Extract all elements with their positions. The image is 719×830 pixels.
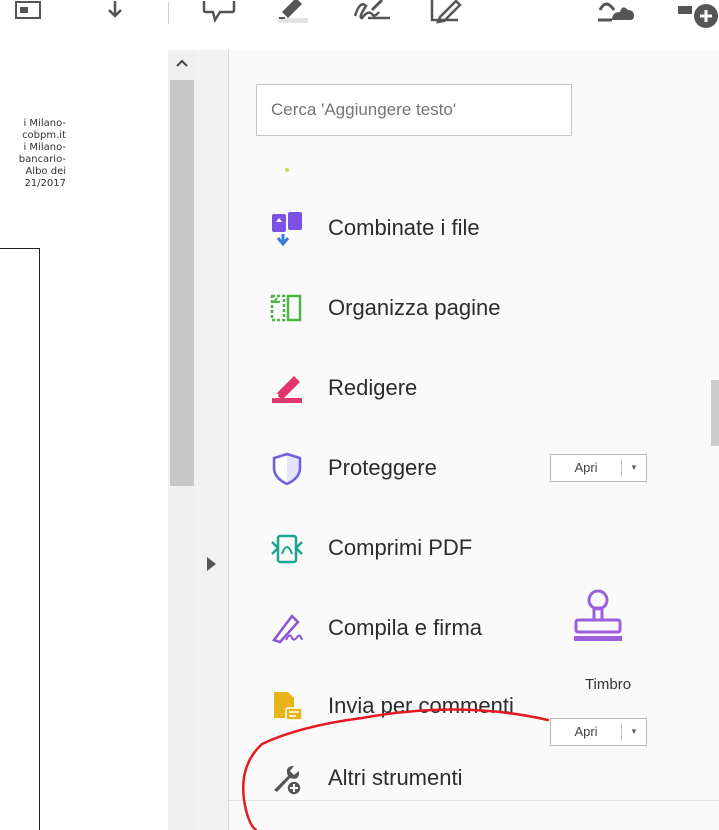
more-tools-icon[interactable] (678, 0, 719, 35)
open-button-label: Apri (574, 460, 598, 475)
document-border-line (39, 248, 40, 830)
tool-label: Invia per commenti (328, 693, 514, 718)
comment-icon[interactable] (202, 0, 236, 31)
combine-files-icon (270, 212, 302, 247)
document-text-line: cobpm.it (22, 130, 66, 141)
document-text-line: 21/2017 (24, 178, 66, 189)
tool-organize-pages[interactable]: Organizza pagine (262, 278, 532, 338)
document-text-line: i Milano- (23, 118, 66, 129)
compress-pdf-icon (270, 532, 303, 564)
tool-compress-pdf[interactable]: Comprimi PDF (262, 518, 532, 578)
sign-icon[interactable] (352, 0, 394, 31)
tool-more-tools[interactable]: Altri strumenti (262, 748, 532, 808)
toolbar-separator (168, 2, 170, 31)
sidebar-toggle-icon[interactable] (14, 0, 44, 27)
open-button-label: Apri (574, 724, 598, 739)
tool-redact[interactable]: Redigere (262, 358, 532, 418)
edit-pen-icon[interactable] (428, 0, 464, 31)
tool-label: Proteggere (328, 455, 437, 480)
fill-sign-icon (270, 612, 303, 644)
tool-label: Organizza pagine (328, 295, 501, 320)
tool-search-input[interactable] (256, 84, 572, 136)
document-border-line (0, 248, 40, 249)
document-text-line: i Milano- (23, 142, 66, 153)
protect-open-button[interactable]: Apri ▼ (550, 454, 647, 482)
more-tools-wrench-icon (270, 762, 302, 796)
document-page: i Milano- cobpm.it i Milano- bancario- A… (0, 50, 168, 830)
download-icon[interactable] (104, 0, 126, 27)
tool-label: Compila e firma (328, 615, 483, 640)
tool-fill-sign[interactable]: Compila e firma (262, 598, 532, 658)
chevron-down-icon[interactable]: ▼ (622, 719, 646, 745)
collapse-pane-arrow-icon[interactable] (206, 556, 218, 577)
organize-pages-icon (270, 292, 302, 324)
tool-send-for-comments[interactable]: Invia per commenti (262, 676, 526, 736)
document-text-line: Albo dei (25, 166, 66, 177)
scroll-up-arrow-icon[interactable] (168, 50, 196, 78)
tool-label: Altri strumenti (328, 765, 463, 790)
tool-label: Combinate i file (328, 215, 480, 240)
send-comments-icon (270, 690, 303, 722)
tool-protect[interactable]: Proteggere (262, 438, 532, 498)
tool-label: Redigere (328, 375, 418, 400)
redact-icon (270, 372, 302, 404)
stamp-open-button[interactable]: Apri ▼ (550, 718, 647, 746)
decorative-dot (284, 160, 290, 178)
tool-combine-files[interactable]: Combinate i file (262, 198, 532, 258)
chevron-down-icon[interactable]: ▼ (622, 455, 646, 481)
tools-pane-scrollbar[interactable] (711, 380, 719, 446)
stamp-tool-label: Timbro (584, 676, 632, 693)
stamp-icon[interactable] (568, 588, 628, 651)
document-text-line: bancario- (18, 154, 66, 165)
protect-shield-icon (270, 452, 302, 486)
pane-divider (229, 800, 719, 801)
tool-label: Comprimi PDF (328, 535, 473, 560)
scrollbar-thumb[interactable] (170, 80, 194, 486)
top-toolbar (0, 0, 719, 42)
highlight-icon[interactable] (276, 0, 312, 31)
cloud-share-icon[interactable] (596, 0, 636, 31)
pane-collapse-strip[interactable] (196, 50, 229, 830)
